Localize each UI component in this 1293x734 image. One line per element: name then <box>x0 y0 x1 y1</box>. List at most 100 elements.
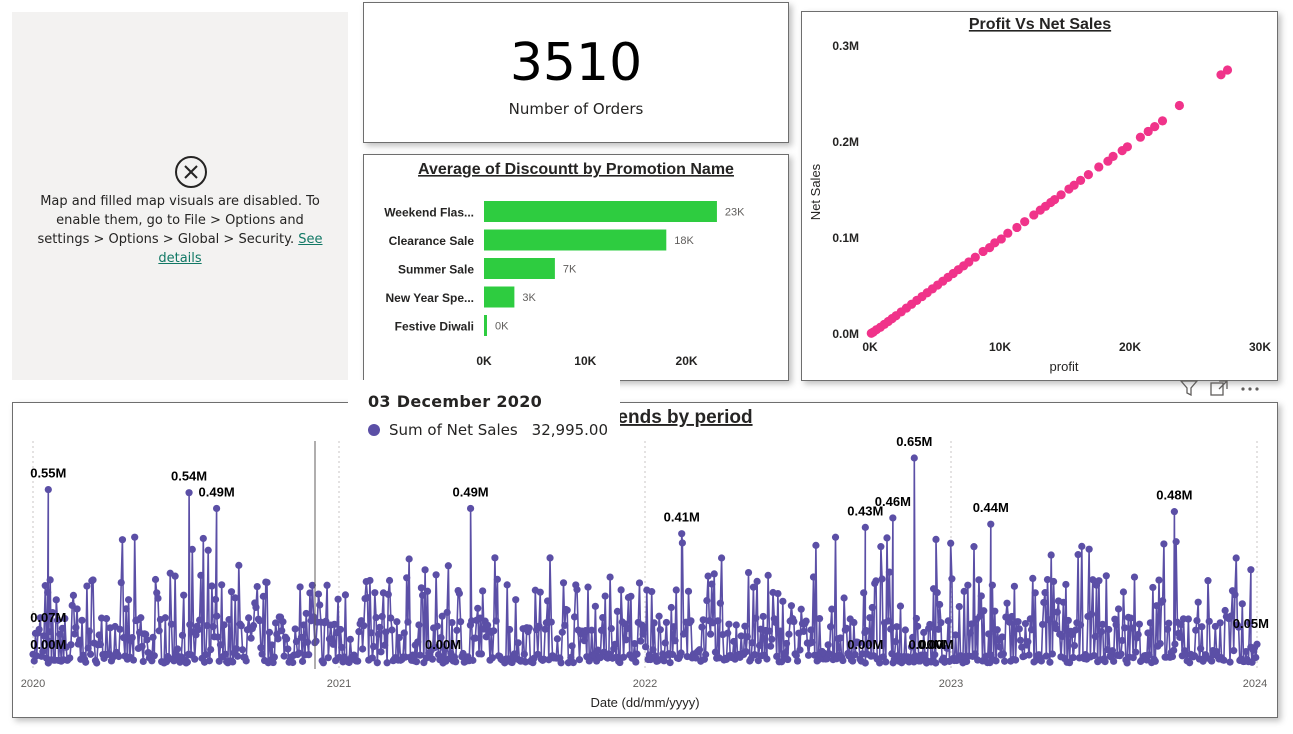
line-point <box>883 534 891 542</box>
line-point <box>985 630 993 638</box>
tooltip-series-name: Sum of Net Sales <box>389 421 518 439</box>
bar-category-label: Clearance Sale <box>389 234 475 248</box>
bar-chart-card[interactable]: Average of Discountt by Promotion Name W… <box>363 154 789 381</box>
line-point <box>1135 620 1143 628</box>
line-point <box>937 619 945 627</box>
line-point <box>893 623 901 631</box>
line-point <box>992 657 1000 665</box>
scatter-chart-card[interactable]: Profit Vs Net Sales profit Net Sales 0.0… <box>801 11 1278 381</box>
line-point <box>336 625 345 634</box>
line-point <box>672 586 680 594</box>
line-x-tick: 2022 <box>633 678 657 690</box>
line-point <box>338 643 346 652</box>
line-point <box>842 624 851 632</box>
line-point <box>1149 583 1157 592</box>
line-point <box>998 633 1006 641</box>
line-point <box>840 594 848 602</box>
line-point <box>253 582 261 591</box>
line-point <box>405 555 413 563</box>
line-point <box>1097 628 1105 636</box>
line-point <box>477 650 486 658</box>
line-point <box>1252 653 1260 662</box>
line-point <box>557 659 565 667</box>
line-point <box>237 622 245 630</box>
line-point <box>648 588 656 596</box>
line-point <box>186 621 194 629</box>
line-point <box>1160 540 1168 548</box>
focus-mode-icon[interactable] <box>1210 380 1228 400</box>
line-point <box>543 597 552 605</box>
line-point <box>743 633 751 641</box>
tooltip-date: 03 December 2020 <box>368 392 543 411</box>
line-point <box>280 652 288 660</box>
line-data-label: 0.55M <box>30 466 66 481</box>
line-point <box>381 641 389 649</box>
line-chart-card[interactable]: ends by period Date (dd/mm/yyyy) 2020 202… <box>12 402 1278 718</box>
scatter-point <box>1117 146 1127 156</box>
line-point <box>115 652 123 661</box>
line-point <box>492 617 500 625</box>
line-point <box>211 595 220 604</box>
line-point <box>180 591 188 599</box>
line-point <box>1176 633 1184 641</box>
line-point <box>139 657 147 666</box>
line-point <box>619 653 628 661</box>
line-point <box>102 615 111 623</box>
line-point <box>296 583 304 591</box>
line-point <box>207 645 215 654</box>
line-point <box>316 601 324 609</box>
line-point <box>1156 639 1164 648</box>
bar <box>484 229 667 251</box>
map-disabled-text: Map and filled map visuals are disabled.… <box>37 194 320 247</box>
line-point <box>569 659 577 667</box>
line-point <box>964 581 972 589</box>
line-point <box>885 568 894 576</box>
line-point <box>849 657 857 665</box>
line-point <box>155 627 163 635</box>
line-point <box>1047 551 1055 559</box>
filter-icon[interactable] <box>1179 380 1199 400</box>
line-point <box>1095 577 1103 585</box>
tooltip: 03 December 2020 Sum of Net Sales 32,995… <box>348 380 620 454</box>
line-point <box>263 578 271 587</box>
line-point <box>649 646 657 654</box>
line-point <box>662 618 671 627</box>
line-point <box>417 584 425 592</box>
line-point <box>861 659 869 667</box>
line-point <box>1172 538 1180 546</box>
line-point <box>667 603 675 612</box>
line-point <box>493 575 501 583</box>
line-point <box>414 638 422 646</box>
line-point <box>781 649 789 657</box>
line-point <box>987 520 995 528</box>
line-point <box>912 614 920 623</box>
line-point <box>684 587 693 595</box>
more-options-icon[interactable] <box>1240 380 1260 400</box>
line-point <box>563 606 571 614</box>
line-point <box>1043 575 1052 584</box>
line-point <box>221 650 229 658</box>
line-point <box>766 642 775 650</box>
line-point <box>479 587 487 595</box>
line-point <box>183 658 191 666</box>
line-point <box>730 637 738 646</box>
line-point <box>1171 640 1179 648</box>
line-point <box>887 625 895 633</box>
line-point <box>1194 598 1202 606</box>
line-point <box>506 625 514 634</box>
line-point <box>143 636 151 644</box>
line-point <box>678 530 686 538</box>
line-point <box>1008 612 1016 621</box>
line-point <box>235 561 243 569</box>
line-point <box>639 630 647 638</box>
line-point <box>387 614 395 622</box>
line-point <box>78 616 86 624</box>
line-point <box>171 572 179 580</box>
line-point <box>252 603 260 611</box>
line-point <box>1159 597 1167 605</box>
line-point <box>205 657 214 665</box>
line-point <box>993 626 1001 634</box>
line-point <box>594 646 602 654</box>
line-point <box>415 621 423 629</box>
line-point <box>421 566 429 574</box>
